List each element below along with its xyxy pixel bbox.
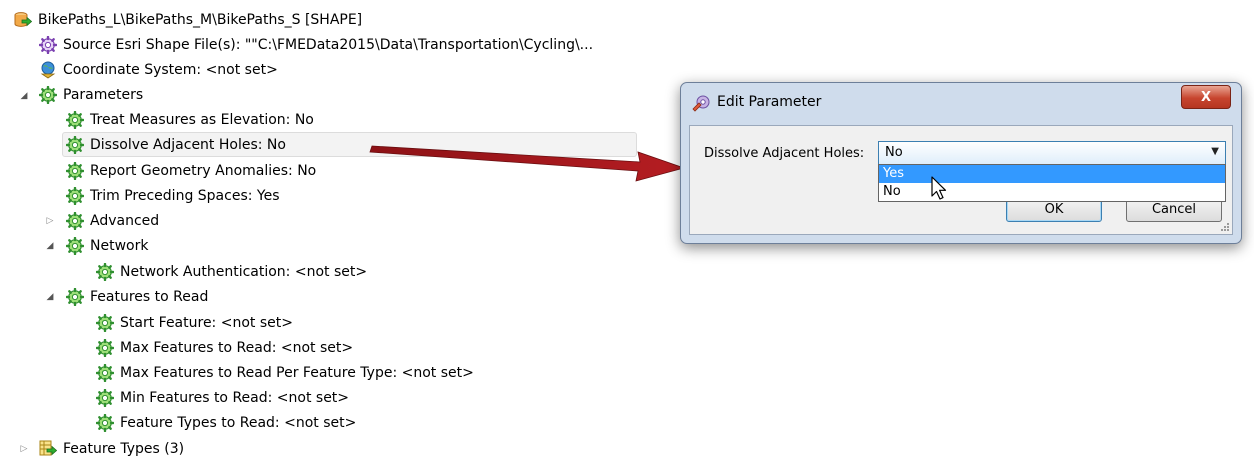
field-label: Dissolve Adjacent Holes: [704, 146, 865, 161]
dropdown-value: No [885, 145, 903, 160]
edit-parameter-dialog: Edit Parameter X Dissolve Adjacent Holes… [680, 82, 1242, 244]
value-dropdown[interactable]: No ▼ [878, 141, 1226, 165]
arrow-shape [369, 145, 686, 182]
close-button[interactable]: X [1181, 85, 1231, 109]
chevron-down-icon[interactable]: ▼ [1211, 146, 1219, 157]
resize-grip-icon[interactable] [1220, 222, 1230, 232]
edit-parameter-icon [692, 95, 710, 112]
dialog-title: Edit Parameter [717, 94, 822, 110]
dialog-client-area: Dissolve Adjacent Holes: OK Cancel No ▼ … [689, 125, 1233, 235]
mouse-cursor-icon [931, 176, 947, 200]
